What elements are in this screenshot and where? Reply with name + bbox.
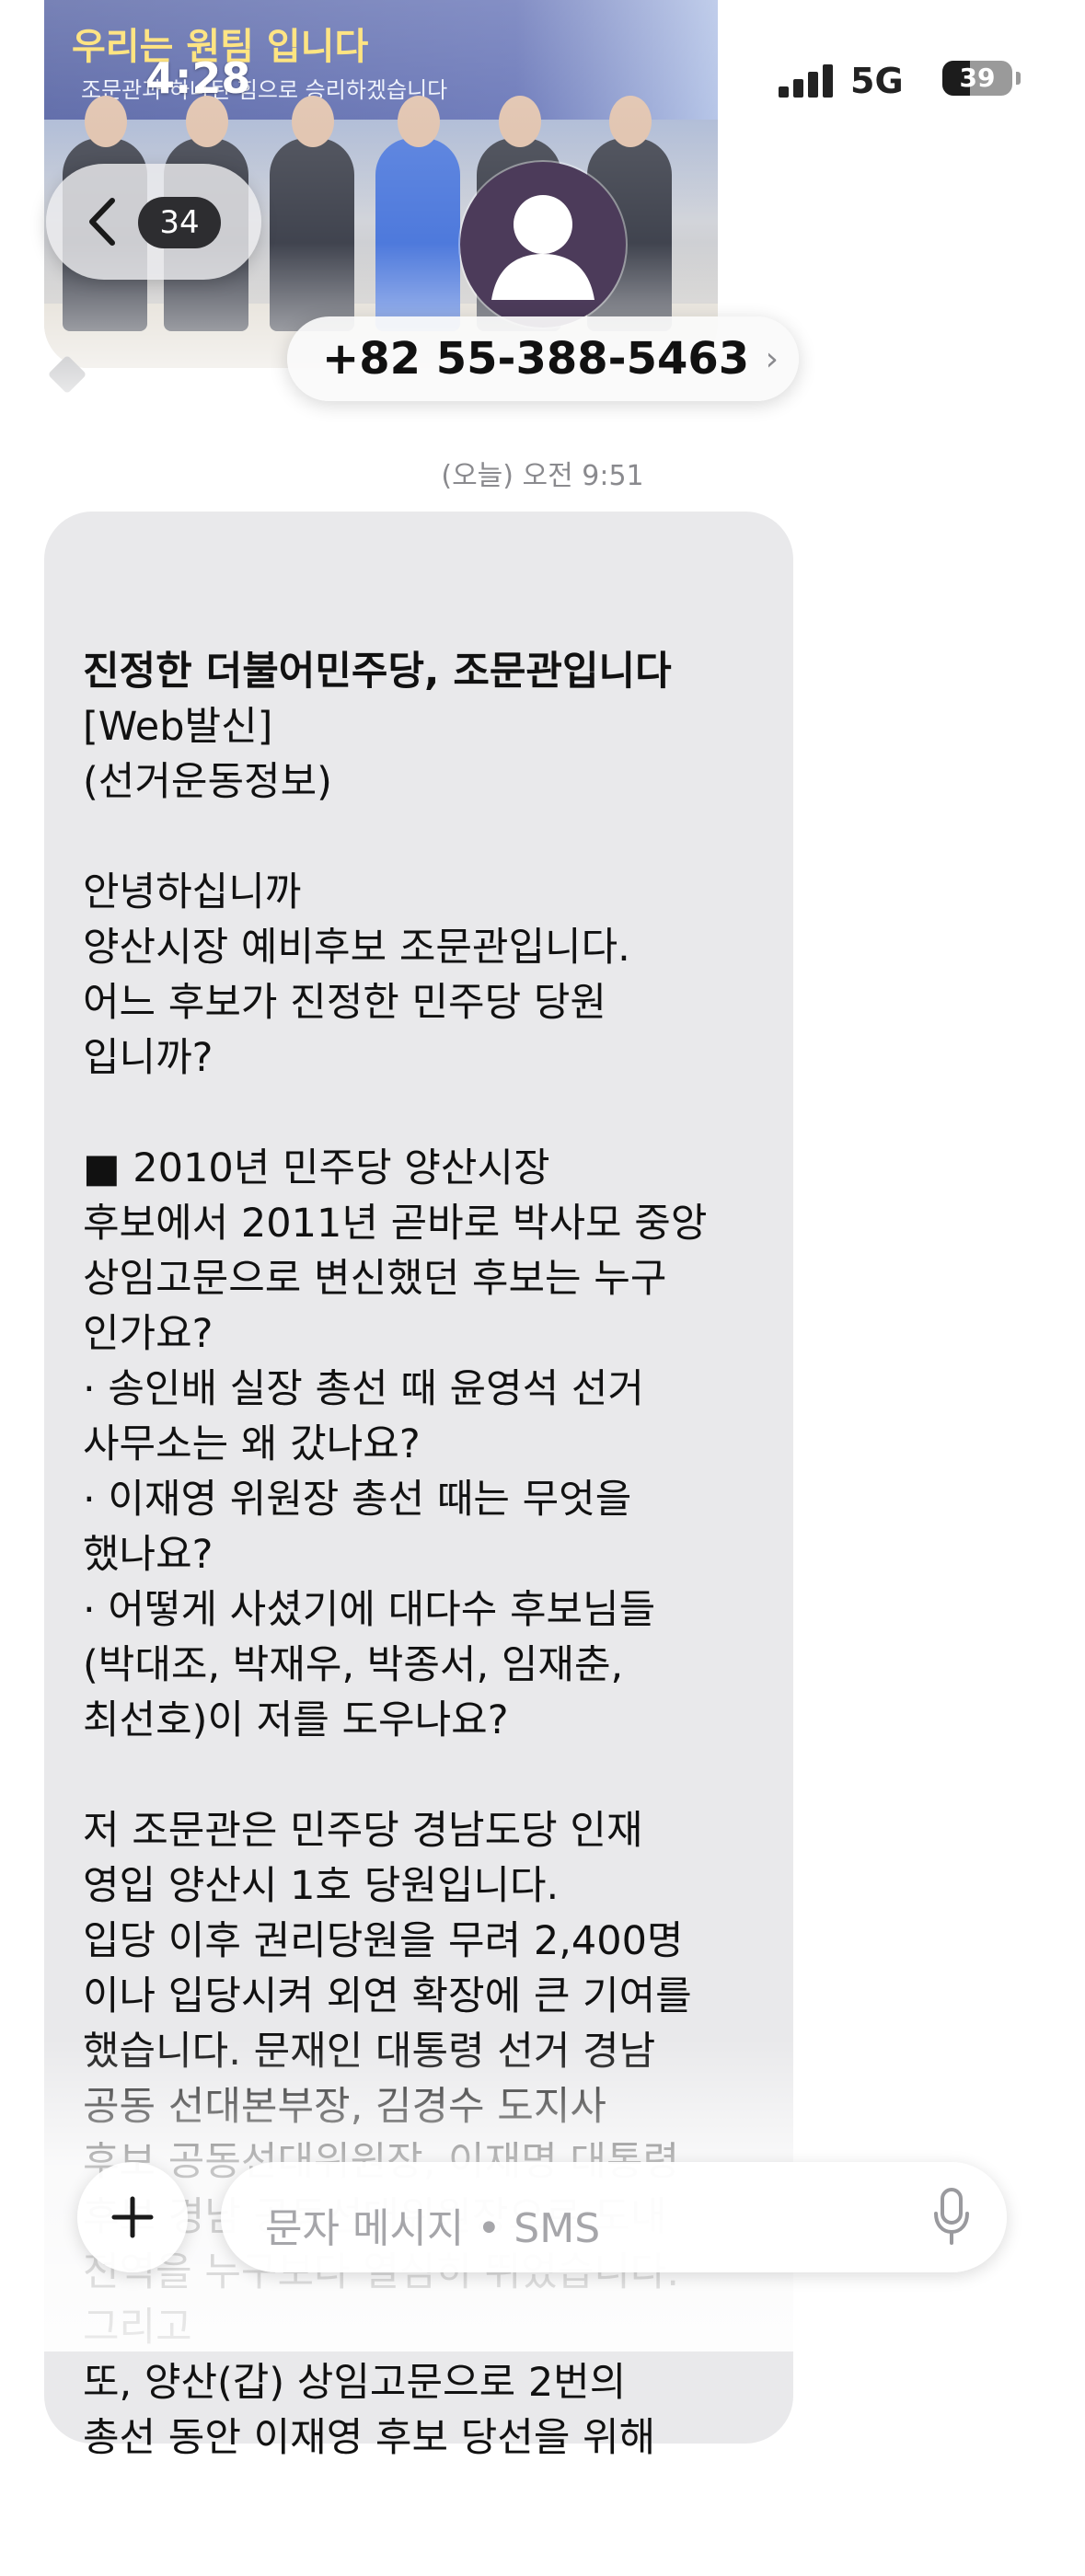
- chevron-right-icon: ›: [765, 340, 779, 378]
- contact-avatar[interactable]: [460, 162, 626, 328]
- status-time: 4:28: [145, 53, 251, 103]
- message-input[interactable]: 문자 메시지 • SMS: [221, 2162, 1007, 2272]
- add-attachment-button[interactable]: [77, 2162, 188, 2272]
- chevron-left-icon: [89, 198, 115, 246]
- message-title: 진정한 더불어민주당, 조문관입니다: [83, 649, 672, 695]
- message-input-placeholder: 문자 메시지 • SMS: [265, 2205, 601, 2252]
- photo-banner-subtext: 조문관과 하나된 힘으로 승리하겠습니다: [81, 77, 448, 103]
- contact-name-button[interactable]: +82 55-388-5463 ›: [287, 316, 799, 401]
- person-silhouette-icon: [491, 195, 594, 300]
- status-indicators: 5G 39: [779, 55, 1085, 101]
- microphone-icon[interactable]: [933, 2188, 970, 2247]
- contact-name: +82 55-388-5463: [322, 333, 750, 385]
- received-message-bubble[interactable]: 진정한 더불어민주당, 조문관입니다 [Web발신] (선거운동정보) 안녕하십니…: [44, 512, 793, 2461]
- battery-percent: 39: [959, 63, 996, 93]
- plus-icon: [111, 2196, 154, 2238]
- network-type: 5G: [850, 61, 904, 101]
- unread-count-badge: 34: [138, 197, 221, 248]
- battery-icon: 39: [942, 61, 1012, 96]
- signal-icon: [779, 64, 836, 98]
- message-timestamp: (오늘) 오전 9:51: [441, 460, 644, 492]
- back-button[interactable]: 34: [46, 164, 261, 280]
